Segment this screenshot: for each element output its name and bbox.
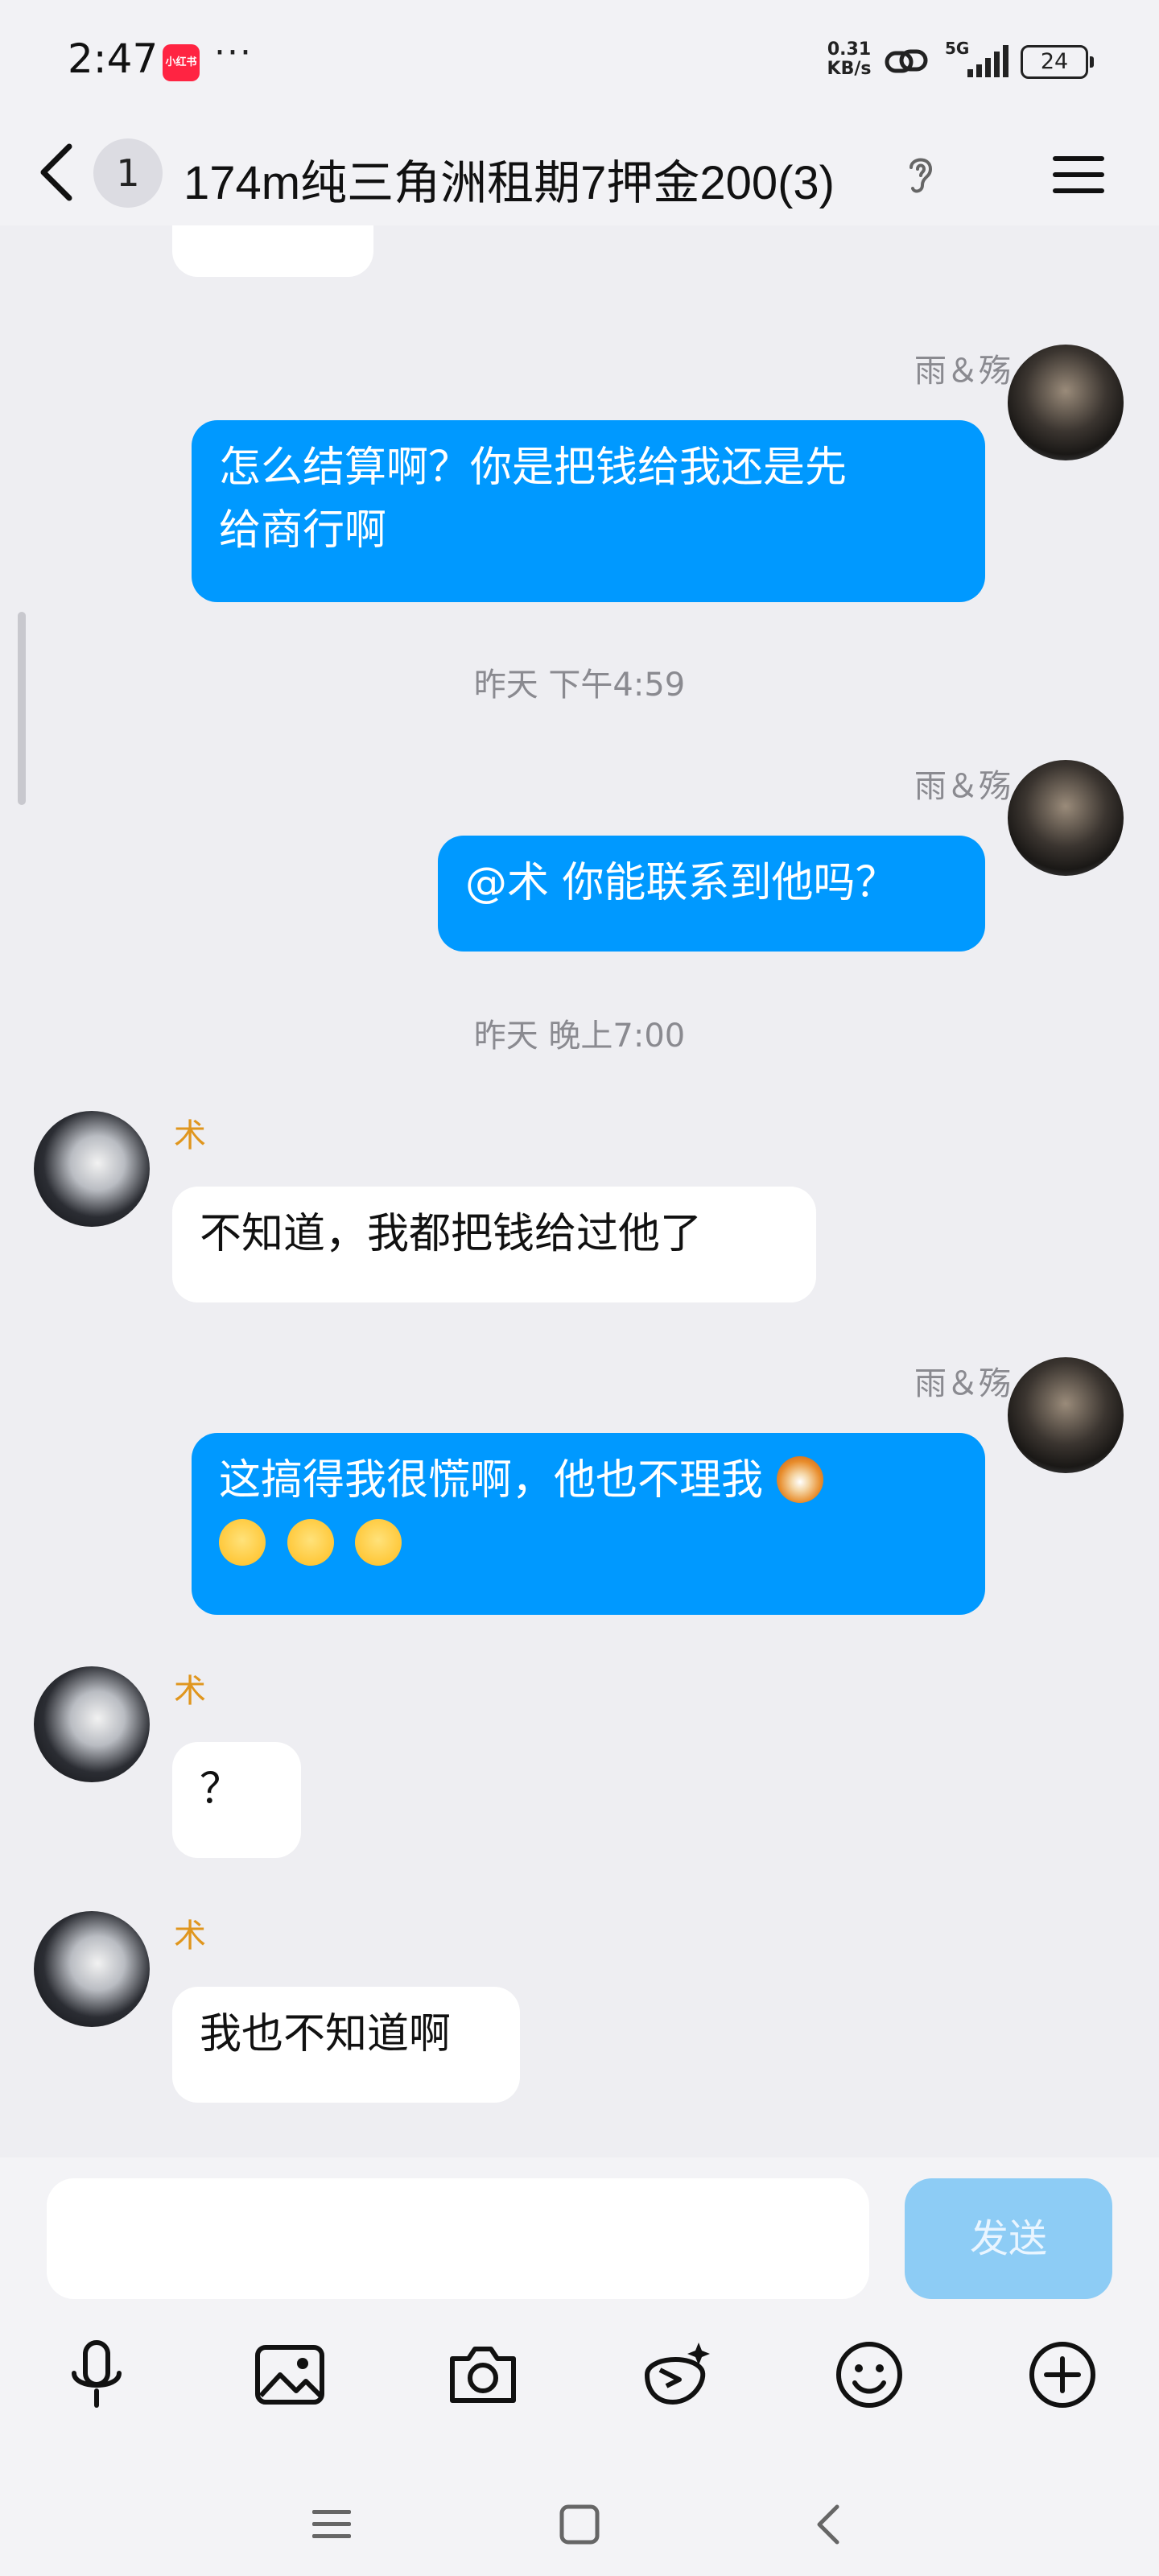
- scrollbar[interactable]: [18, 612, 26, 805]
- message-text-line: 给商行啊: [219, 506, 387, 555]
- message-input[interactable]: [47, 2178, 869, 2299]
- sender-name: 雨＆殇: [914, 1365, 1011, 1402]
- network-speed-value: 0.31: [827, 39, 872, 60]
- sender-name: 雨＆殇: [914, 768, 1011, 805]
- unread-count-badge[interactable]: 1: [93, 138, 163, 208]
- send-button[interactable]: 发送: [905, 2178, 1112, 2299]
- message-timestamp: 昨天 下午4:59: [473, 667, 686, 704]
- recent-apps-icon[interactable]: [309, 2502, 354, 2547]
- ear-icon[interactable]: [905, 151, 937, 196]
- signal-strength-icon: [967, 45, 1008, 77]
- menu-icon[interactable]: [1046, 147, 1111, 203]
- pleading-face-emoji-icon: [219, 1519, 266, 1566]
- message-bubble[interactable]: @术 你能联系到他吗？: [438, 836, 985, 952]
- sender-name: 术: [174, 1918, 206, 1955]
- message-text: 这搞得我很慌啊，他也不理我: [219, 1456, 764, 1505]
- message-bubble[interactable]: 我也不知道啊: [172, 1987, 520, 2103]
- more-notifications-icon: ···: [214, 32, 253, 73]
- message-bubble[interactable]: 怎么结算啊？你是把钱给我还是先 给商行啊: [192, 420, 985, 602]
- sender-name: 术: [174, 1673, 206, 1710]
- network-speed-unit: KB/s: [827, 59, 872, 79]
- message-text-line: 怎么结算啊？你是把钱给我还是先: [219, 444, 848, 492]
- message-bubble-partial[interactable]: [172, 225, 373, 277]
- back-nav-icon[interactable]: [808, 2502, 853, 2547]
- chat-header: 1 174m纯三角洲租期7押金200(3): [0, 121, 1159, 225]
- sender-name: 术: [174, 1117, 206, 1154]
- message-bubble[interactable]: 这搞得我很慌啊，他也不理我: [192, 1433, 985, 1615]
- avatar[interactable]: [34, 1666, 150, 1782]
- composer: 发送: [0, 2157, 1159, 2576]
- emoji-icon[interactable]: [829, 2334, 909, 2415]
- image-icon[interactable]: [250, 2334, 330, 2415]
- avatar[interactable]: [1008, 760, 1124, 876]
- chat-message-list[interactable]: 雨＆殇 怎么结算啊？你是把钱给我还是先 给商行啊 昨天 下午4:59 雨＆殇 @…: [0, 225, 1159, 2157]
- ai-sparkle-icon[interactable]: [636, 2334, 716, 2415]
- message-bubble[interactable]: 不知道，我都把钱给过他了: [172, 1187, 816, 1302]
- pleading-face-emoji-icon: [355, 1519, 402, 1566]
- back-button[interactable]: [34, 140, 82, 204]
- chat-title[interactable]: 174m纯三角洲租期7押金200(3): [184, 145, 835, 213]
- xiaohongshu-app-icon: 小红书: [163, 44, 200, 81]
- sender-name: 雨＆殇: [914, 353, 1011, 390]
- add-icon[interactable]: [1022, 2334, 1103, 2415]
- status-time: 2:47: [68, 35, 159, 82]
- message-text: 我也不知道啊: [200, 2010, 452, 2058]
- network-speed: 0.31 KB/s: [821, 40, 877, 79]
- hotspot-link-icon: [885, 49, 928, 73]
- message-bubble[interactable]: ？: [172, 1742, 301, 1858]
- status-bar: 2:47 小红书 ··· 0.31 KB/s 5G 24: [0, 0, 1159, 121]
- home-icon[interactable]: [557, 2502, 602, 2547]
- dog-face-emoji-icon: [776, 1456, 823, 1503]
- avatar[interactable]: [34, 1911, 150, 2027]
- message-timestamp: 昨天 晚上7:00: [473, 1018, 686, 1055]
- avatar[interactable]: [1008, 1357, 1124, 1473]
- microphone-icon[interactable]: [56, 2334, 137, 2415]
- message-text: @术 你能联系到他吗？: [465, 859, 897, 907]
- battery-indicator: 24: [1021, 45, 1094, 79]
- message-text: 不知道，我都把钱给过他了: [200, 1210, 703, 1258]
- camera-icon[interactable]: [443, 2334, 523, 2415]
- pleading-face-emoji-icon: [287, 1519, 334, 1566]
- avatar[interactable]: [1008, 345, 1124, 460]
- message-text: ？: [200, 1765, 242, 1814]
- avatar[interactable]: [34, 1111, 150, 1227]
